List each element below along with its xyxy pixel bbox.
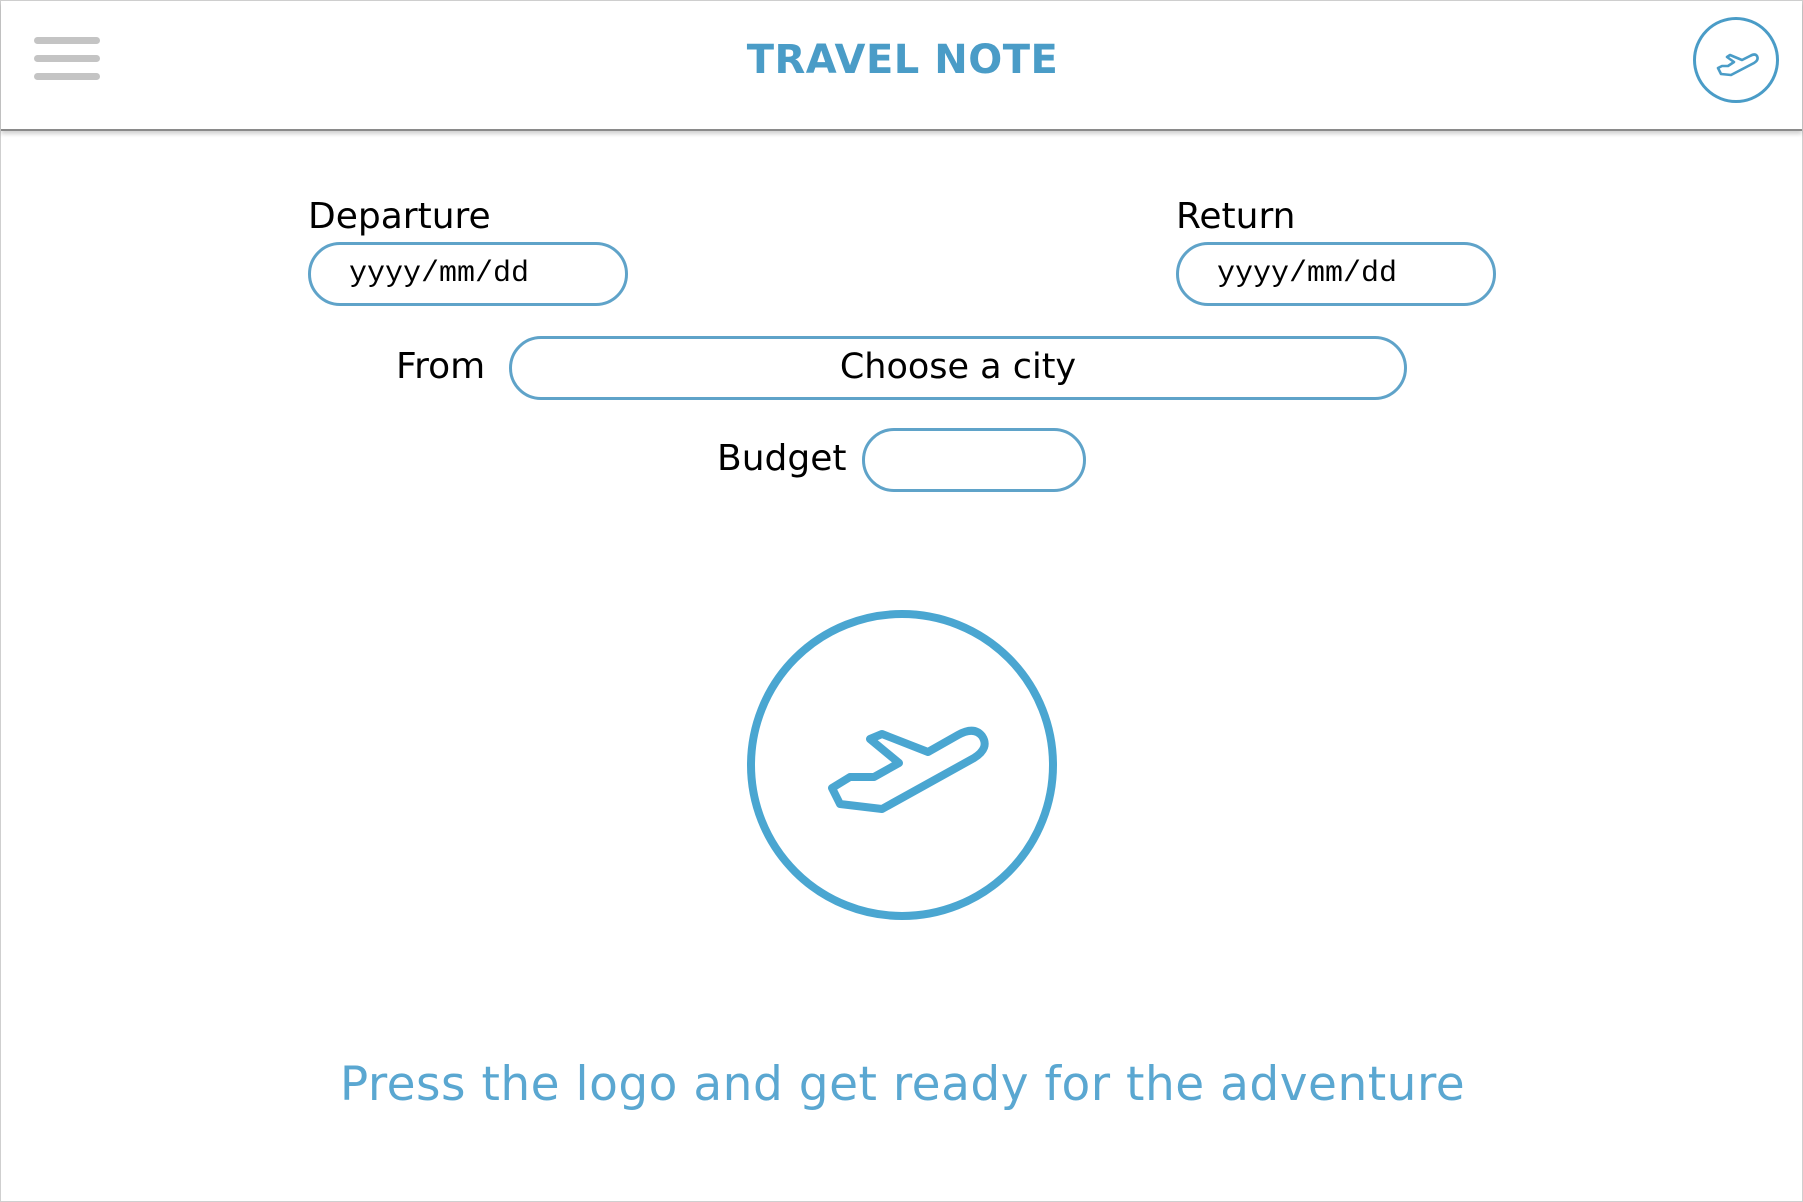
top-bar: TRAVEL NOTE <box>1 1 1802 131</box>
tagline: Press the logo and get ready for the adv… <box>339 1057 1466 1112</box>
airplane-takeoff-icon <box>1716 53 1759 77</box>
start-logo-button[interactable] <box>747 610 1057 920</box>
return-label: Return <box>1176 196 1296 237</box>
from-label: From <box>396 346 486 387</box>
airplane-takeoff-icon <box>828 726 989 813</box>
app-frame: TRAVEL NOTE Departure Return From Choose… <box>0 0 1803 1202</box>
return-date-field[interactable] <box>1176 242 1496 306</box>
budget-field[interactable] <box>862 428 1086 492</box>
departure-date-input[interactable] <box>311 245 625 303</box>
header-plane-button[interactable] <box>1693 17 1779 103</box>
app-title: TRAVEL NOTE <box>746 37 1059 83</box>
budget-input[interactable] <box>865 431 1083 489</box>
departure-date-field[interactable] <box>308 242 628 306</box>
from-city-value: Choose a city <box>839 347 1077 387</box>
departure-label: Departure <box>308 196 491 237</box>
from-city-select[interactable]: Choose a city <box>509 336 1407 400</box>
budget-label: Budget <box>717 438 847 479</box>
return-date-input[interactable] <box>1179 245 1493 303</box>
